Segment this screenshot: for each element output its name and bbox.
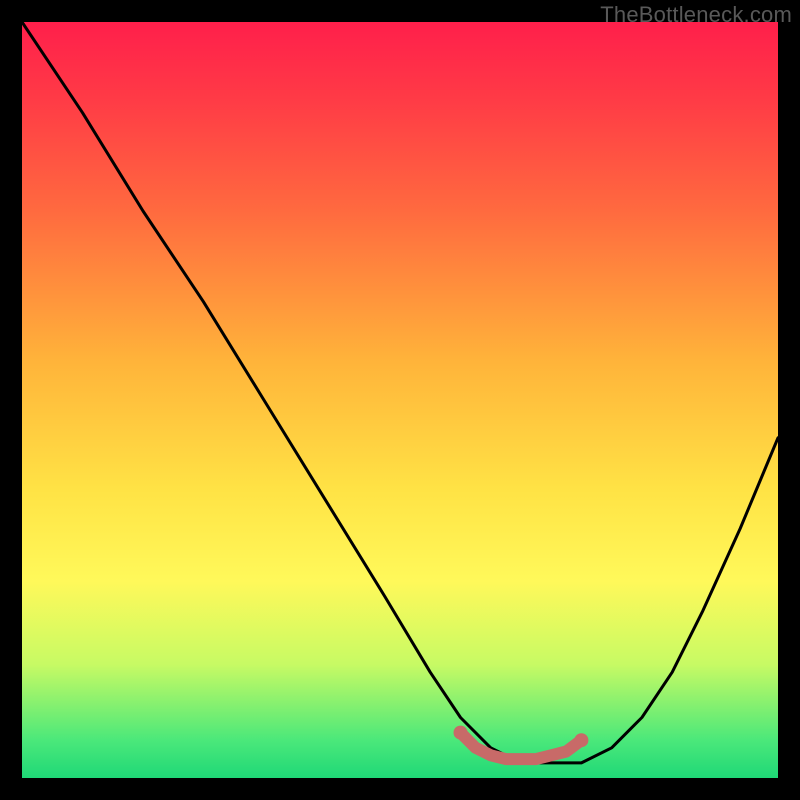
bottleneck-curve: [22, 22, 778, 763]
curve-layer: [22, 22, 778, 778]
watermark-text: TheBottleneck.com: [600, 2, 792, 28]
chart-frame: TheBottleneck.com: [0, 0, 800, 800]
highlight-dot: [574, 733, 588, 747]
highlight-dot: [454, 726, 468, 740]
